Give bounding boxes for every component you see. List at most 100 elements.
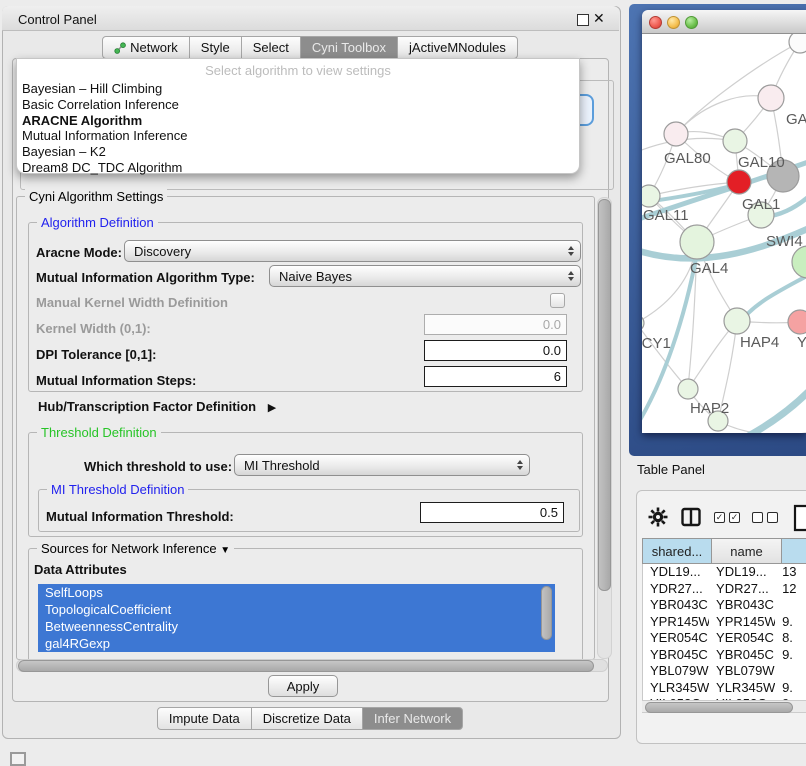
tab-style[interactable]: Style — [189, 36, 242, 59]
node[interactable] — [789, 34, 806, 53]
minimize-traffic-light-icon[interactable] — [667, 16, 680, 29]
dpi-tolerance-label: DPI Tolerance [0,1]: — [36, 347, 156, 362]
node-label: GAL10 — [738, 154, 785, 171]
tab-style-label: Style — [201, 37, 230, 58]
algorithm-option[interactable]: Mutual Information Inference — [17, 128, 579, 144]
settings-hscrollbar-thumb[interactable] — [18, 660, 594, 672]
algorithm-option[interactable]: Bayesian – K2 — [17, 144, 579, 160]
apply-button[interactable]: Apply — [268, 675, 338, 697]
aracne-mode-combo[interactable]: Discovery — [124, 240, 581, 262]
tab-select-label: Select — [253, 37, 289, 58]
column-header-name[interactable]: name — [712, 538, 782, 564]
node-salmon[interactable] — [788, 310, 806, 334]
export-table-icon[interactable] — [793, 504, 806, 532]
gear-icon[interactable] — [648, 507, 668, 527]
node-gcy1[interactable] — [642, 315, 644, 331]
attributes-scrollbar-thumb[interactable] — [541, 586, 552, 640]
table-row[interactable]: YDL19...YDL19...13 — [643, 564, 806, 581]
sources-title-text: Sources for Network Inference — [41, 541, 217, 556]
collapse-down-arrow-icon: ▼ — [220, 545, 230, 556]
node-hap2[interactable] — [678, 379, 698, 399]
control-panel-tab-row: Network Style Select Cyni Toolbox jActiv… — [2, 36, 619, 59]
node-label: GAL1 — [742, 196, 780, 213]
network-labels: GAL GAL80 GAL10 GAL1 GAL11 SWI4 GAL4 GCY… — [642, 111, 806, 417]
attribute-item[interactable]: TopologicalCoefficient — [38, 601, 555, 618]
table-panel-title: Table Panel — [637, 462, 705, 477]
zoom-traffic-light-icon[interactable] — [685, 16, 698, 29]
node-hap4[interactable] — [724, 308, 750, 334]
kernel-width-label: Kernel Width (0,1): — [36, 321, 151, 336]
aracne-mode-label: Aracne Mode: — [36, 245, 122, 260]
float-window-icon[interactable] — [577, 14, 589, 26]
tab-cyni-toolbox[interactable]: Cyni Toolbox — [300, 36, 398, 59]
tab-impute-data[interactable]: Impute Data — [157, 707, 252, 730]
tab-discretize-data[interactable]: Discretize Data — [251, 707, 363, 730]
attribute-item[interactable]: gal4RGexp — [38, 635, 555, 652]
screen: { "colors": { "selection_blue": "#3d77d3… — [0, 0, 806, 762]
table-row[interactable]: YBR045CYBR045C9. — [643, 647, 806, 664]
algorithm-option[interactable]: Basic Correlation Inference — [17, 97, 579, 113]
algorithm-dropdown-placeholder: Select algorithm to view settings — [17, 59, 579, 81]
sources-group-title[interactable]: Sources for Network Inference ▼ — [37, 541, 234, 556]
table-row[interactable]: YPR145WYPR145W9. — [643, 614, 806, 631]
mi-type-value: Naive Bayes — [270, 269, 562, 284]
stepper-icon — [562, 246, 580, 256]
table-row[interactable]: YBL079WYBL079W — [643, 663, 806, 680]
close-traffic-light-icon[interactable] — [649, 16, 662, 29]
node[interactable] — [664, 122, 688, 146]
attribute-item[interactable]: SelfLoops — [38, 584, 555, 601]
tab-impute-data-label: Impute Data — [169, 708, 240, 729]
attribute-item[interactable]: BetweennessCentrality — [38, 618, 555, 635]
table-row[interactable]: YDR27...YDR27...12 — [643, 581, 806, 598]
node-gal10[interactable] — [723, 129, 747, 153]
aracne-mode-value: Discovery — [125, 244, 562, 259]
algorithm-option[interactable]: Dream8 DC_TDC Algorithm — [17, 160, 579, 176]
mi-type-label: Mutual Information Algorithm Type: — [36, 270, 255, 285]
hub-definition-expander[interactable]: Hub/Transcription Factor Definition ▶ — [38, 399, 276, 414]
network-icon — [114, 42, 126, 54]
node-gal11[interactable] — [642, 185, 660, 207]
column-header-cut[interactable] — [782, 538, 806, 564]
network-graph: GAL GAL80 GAL10 GAL1 GAL11 SWI4 GAL4 GCY… — [642, 34, 806, 433]
node-gal4[interactable] — [680, 225, 714, 259]
tab-network[interactable]: Network — [102, 36, 190, 59]
column-header-shared-name[interactable]: shared... — [642, 538, 712, 564]
node-red[interactable] — [727, 170, 751, 194]
network-canvas[interactable]: GAL GAL80 GAL10 GAL1 GAL11 SWI4 GAL4 GCY… — [642, 34, 806, 433]
table-row[interactable]: YBR043CYBR043C — [643, 597, 806, 614]
which-threshold-value: MI Threshold — [235, 458, 511, 473]
table-header-row: shared... name — [642, 538, 806, 564]
mi-threshold-input[interactable]: 0.5 — [420, 502, 564, 523]
column-view-icon[interactable] — [681, 507, 701, 527]
dpi-tolerance-input[interactable]: 0.0 — [424, 340, 567, 361]
node[interactable] — [758, 85, 784, 111]
show-columns-icon[interactable]: ✓✓ — [714, 512, 740, 523]
close-icon[interactable]: ✕ — [593, 10, 605, 27]
tab-network-label: Network — [130, 37, 178, 58]
node[interactable] — [792, 246, 806, 278]
tab-jactivemnodules[interactable]: jActiveMNodules — [397, 36, 518, 59]
manual-kernel-checkbox[interactable] — [550, 293, 565, 308]
algorithm-dropdown-list: Select algorithm to view settings Bayesi… — [16, 58, 580, 174]
tab-select[interactable]: Select — [241, 36, 301, 59]
mi-threshold-label: Mutual Information Threshold: — [46, 509, 234, 524]
which-threshold-combo[interactable]: MI Threshold — [234, 454, 530, 476]
mi-type-combo[interactable]: Naive Bayes — [269, 265, 581, 287]
threshold-definition-title: Threshold Definition — [37, 425, 161, 440]
table-row[interactable]: YLR345WYLR345W9. — [643, 680, 806, 697]
tab-infer-network[interactable]: Infer Network — [362, 707, 463, 730]
table-row[interactable]: YER054CYER054C8. — [643, 630, 806, 647]
algorithm-definition-title: Algorithm Definition — [37, 215, 158, 230]
table-hscrollbar-thumb[interactable] — [645, 702, 793, 713]
mi-threshold-group-title: MI Threshold Definition — [47, 482, 188, 497]
kernel-width-input[interactable]: 0.0 — [424, 314, 567, 335]
dock-panel-icon[interactable] — [10, 752, 26, 766]
mi-steps-input[interactable]: 6 — [424, 366, 567, 387]
algorithm-option-selected[interactable]: ARACNE Algorithm — [17, 113, 579, 129]
settings-scrollbar-thumb[interactable] — [598, 199, 611, 591]
hub-definition-label: Hub/Transcription Factor Definition — [38, 399, 256, 414]
tab-discretize-data-label: Discretize Data — [263, 708, 351, 729]
algorithm-option[interactable]: Bayesian – Hill Climbing — [17, 81, 579, 97]
tab-jactivemnodules-label: jActiveMNodules — [409, 37, 506, 58]
hide-columns-icon[interactable]: .. — [752, 512, 778, 523]
